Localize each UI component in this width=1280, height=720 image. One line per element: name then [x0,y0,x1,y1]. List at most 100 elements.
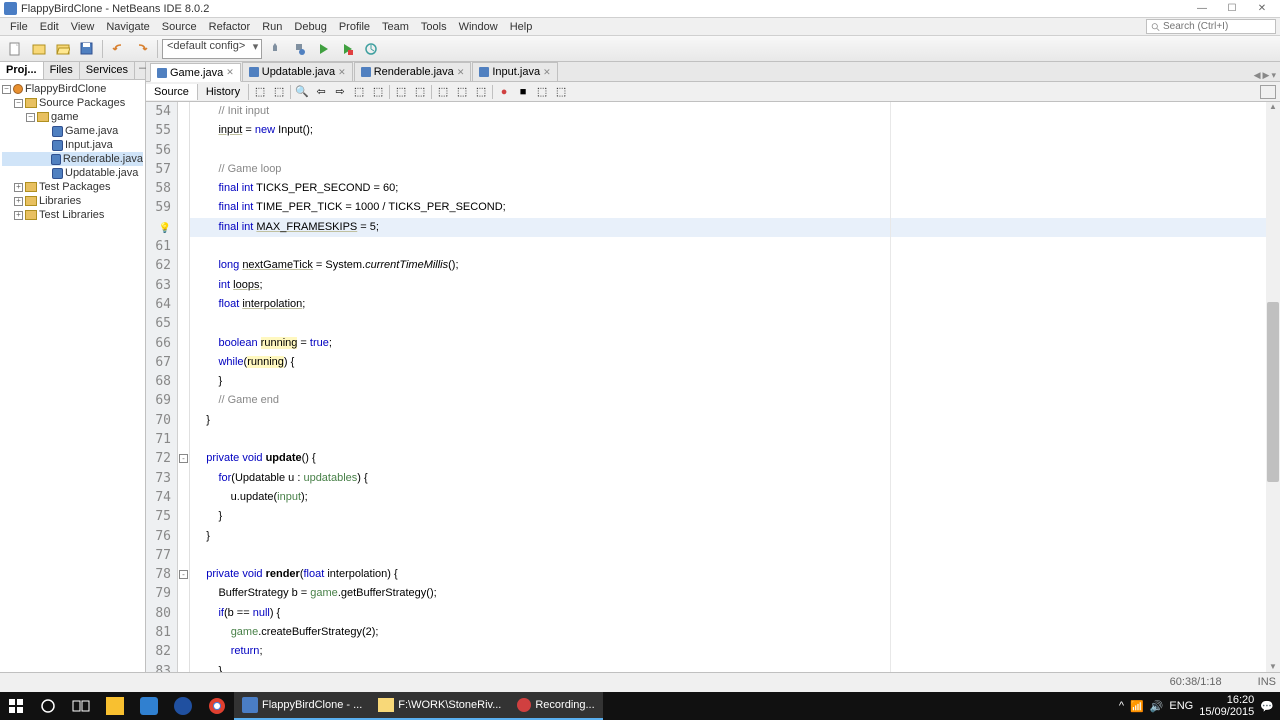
start-button[interactable] [0,692,32,720]
editor-comment-button[interactable]: ⬚ [533,84,551,100]
tab-list-icon[interactable]: ▾ [1271,70,1276,81]
editor-mode-source[interactable]: Source [146,84,198,100]
code-editor[interactable]: 545556575859💡616263646566676869707172737… [146,102,1280,672]
editor-stop-macro-button[interactable]: ■ [514,84,532,100]
profile-button[interactable] [360,38,382,60]
new-file-button[interactable] [4,38,26,60]
editor-find-button[interactable]: 🔍 [293,84,311,100]
sidebar-tab-files[interactable]: Files [44,62,80,79]
editor-next-button[interactable]: ⇨ [331,84,349,100]
build-button[interactable] [264,38,286,60]
editor-uncomment-button[interactable]: ⬚ [552,84,570,100]
tree-package-game[interactable]: −game [2,110,143,124]
tray-volume-icon[interactable]: 🔊 [1150,700,1164,713]
window-title: FlappyBirdClone - NetBeans IDE 8.0.2 [21,3,209,15]
menu-run[interactable]: Run [256,19,288,35]
menu-refactor[interactable]: Refactor [203,19,257,35]
config-dropdown[interactable]: <default config> [162,39,262,59]
taskbar-app-1[interactable] [98,692,132,720]
tree-test-libraries[interactable]: +Test Libraries [2,208,143,222]
editor-record-macro-button[interactable]: ● [495,84,513,100]
menubar: File Edit View Navigate Source Refactor … [0,18,1280,36]
tab-close-icon[interactable]: ✕ [457,67,465,78]
editor-bookmark-prev-button[interactable]: ⬚ [472,84,490,100]
editor-mode-history[interactable]: History [198,84,249,100]
open-project-button[interactable] [52,38,74,60]
taskbar-app-3[interactable] [166,692,200,720]
menu-tools[interactable]: Tools [415,19,453,35]
window-minimize-button[interactable]: — [1188,1,1216,17]
undo-button[interactable] [107,38,129,60]
file-tab-input[interactable]: Input.java✕ [472,62,557,81]
editor-toolbar: Source History ⬚ ⬚ 🔍 ⇦ ⇨ ⬚ ⬚ ⬚ ⬚ ⬚ ⬚ ⬚ ● [146,82,1280,102]
vertical-scrollbar[interactable]: ▲ ▼ [1266,102,1280,672]
editor-nav-fwd-button[interactable]: ⬚ [270,84,288,100]
menu-team[interactable]: Team [376,19,415,35]
sidebar-tab-services[interactable]: Services [80,62,135,79]
tab-scroll-left-icon[interactable]: ◀ [1254,70,1261,81]
tray-network-icon[interactable]: 📶 [1130,700,1144,713]
window-maximize-button[interactable]: ☐ [1218,1,1246,17]
editor-toggle-button[interactable]: ⬚ [350,84,368,100]
tab-scroll-right-icon[interactable]: ▶ [1263,70,1270,81]
file-tab-renderable[interactable]: Renderable.java✕ [354,62,472,81]
editor-bookmark-button[interactable]: ⬚ [434,84,452,100]
tree-src-packages[interactable]: −Source Packages [2,96,143,110]
taskbar-app-2[interactable] [132,692,166,720]
editor-shift-left-button[interactable]: ⬚ [392,84,410,100]
tab-close-icon[interactable]: ✕ [226,67,234,78]
clean-build-button[interactable] [288,38,310,60]
global-search[interactable] [1146,19,1276,34]
sidebar: Proj... Files Services — −FlappyBirdClon… [0,62,146,672]
editor-shift-right-button[interactable]: ⬚ [411,84,429,100]
tree-file-input[interactable]: Input.java [2,138,143,152]
tree-file-updatable[interactable]: Updatable.java [2,166,143,180]
search-input[interactable] [1163,21,1271,32]
window-close-button[interactable]: ✕ [1248,1,1276,17]
taskbar-explorer[interactable]: F:\WORK\StoneRiv... [370,692,509,720]
menu-window[interactable]: Window [453,19,504,35]
code-text[interactable]: // Init input input = new Input(); // Ga… [190,102,1280,672]
menu-file[interactable]: File [4,19,34,35]
editor-highlight-button[interactable]: ⬚ [369,84,387,100]
file-tab-game[interactable]: Game.java✕ [150,63,241,82]
menu-navigate[interactable]: Navigate [100,19,155,35]
editor-bookmark-next-button[interactable]: ⬚ [453,84,471,100]
new-project-button[interactable] [28,38,50,60]
menu-source[interactable]: Source [156,19,203,35]
tab-close-icon[interactable]: ✕ [338,67,346,78]
tree-test-packages[interactable]: +Test Packages [2,180,143,194]
menu-view[interactable]: View [65,19,101,35]
sidebar-tab-projects[interactable]: Proj... [0,62,44,79]
save-all-button[interactable] [76,38,98,60]
menu-debug[interactable]: Debug [288,19,332,35]
tree-libraries[interactable]: +Libraries [2,194,143,208]
tray-clock[interactable]: 16:20 15/09/2015 [1199,694,1254,718]
taskbar-netbeans[interactable]: FlappyBirdClone - ... [234,692,370,720]
file-tabs: Game.java✕ Updatable.java✕ Renderable.ja… [146,62,1280,82]
editor-nav-back-button[interactable]: ⬚ [251,84,269,100]
status-time: 60:38/1:18 [1170,676,1222,688]
debug-button[interactable] [336,38,358,60]
cortana-button[interactable] [32,692,64,720]
tray-notifications-icon[interactable]: 💬 [1260,700,1274,713]
run-button[interactable] [312,38,334,60]
tree-file-game[interactable]: Game.java [2,124,143,138]
scrollbar-thumb[interactable] [1267,302,1279,482]
tray-language[interactable]: ENG [1169,700,1193,712]
tab-close-icon[interactable]: ✕ [543,67,551,78]
redo-button[interactable] [131,38,153,60]
taskbar-app-chrome[interactable] [200,692,234,720]
editor-split-button[interactable] [1260,85,1276,99]
tree-file-renderable[interactable]: Renderable.java [2,152,143,166]
menu-profile[interactable]: Profile [333,19,376,35]
tree-project-node[interactable]: −FlappyBirdClone [2,82,143,96]
editor-prev-button[interactable]: ⇦ [312,84,330,100]
file-tab-updatable[interactable]: Updatable.java✕ [242,62,353,81]
menu-edit[interactable]: Edit [34,19,65,35]
task-view-button[interactable] [64,692,98,720]
tray-chevron-icon[interactable]: ^ [1119,700,1124,712]
line-gutter: 545556575859💡616263646566676869707172737… [146,102,178,672]
taskbar-recording[interactable]: Recording... [509,692,602,720]
menu-help[interactable]: Help [504,19,539,35]
